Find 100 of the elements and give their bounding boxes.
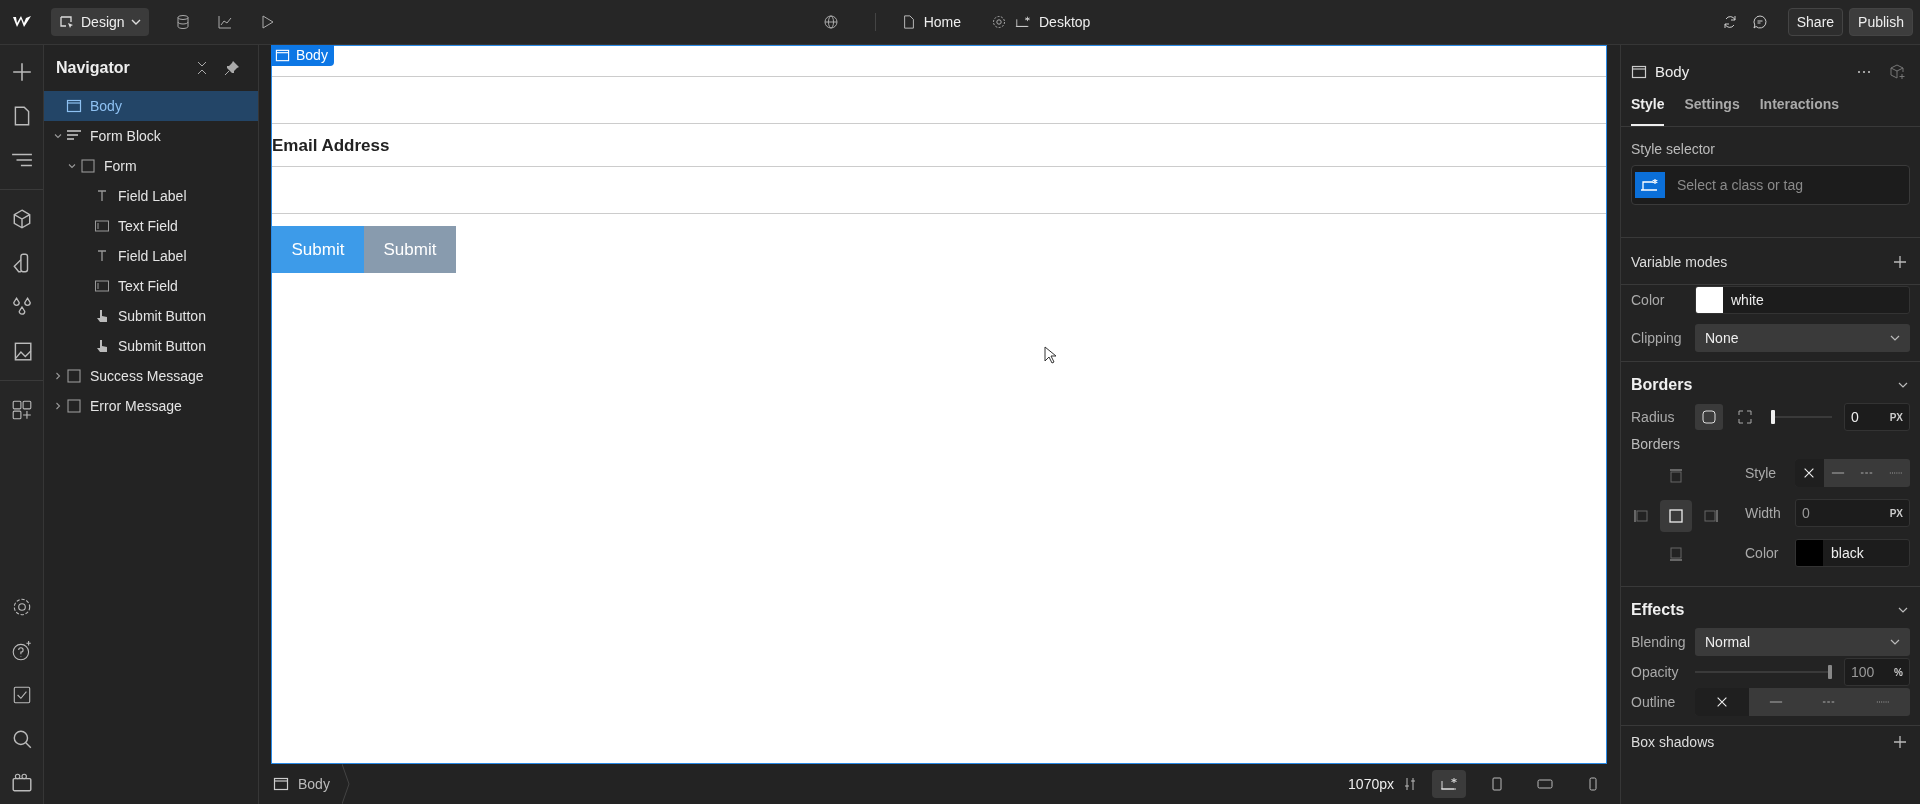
add-icon[interactable] bbox=[1892, 734, 1908, 750]
property-label: Outline bbox=[1631, 694, 1677, 710]
section-title: Borders bbox=[1631, 376, 1693, 394]
rounded-square-icon bbox=[1701, 409, 1717, 425]
body-element-icon bbox=[66, 98, 82, 114]
apps-icon[interactable] bbox=[10, 399, 33, 421]
box-element-icon bbox=[66, 368, 82, 384]
design-mode-button[interactable]: Design bbox=[51, 8, 149, 36]
section-title: Effects bbox=[1631, 601, 1685, 619]
bottom-border-icon[interactable] bbox=[1668, 546, 1684, 562]
panel-title: Navigator bbox=[56, 59, 131, 77]
pin-icon[interactable] bbox=[224, 60, 240, 76]
radius-input[interactable]: 0 PX bbox=[1844, 403, 1910, 431]
tree-item[interactable]: Text Field bbox=[44, 211, 258, 241]
panel-tab[interactable]: Settings bbox=[1684, 90, 1740, 126]
property-label: Borders bbox=[1631, 435, 1682, 454]
all-corners-button[interactable] bbox=[1695, 404, 1723, 430]
property-label: Opacity bbox=[1631, 664, 1680, 680]
property-label: Style bbox=[1745, 465, 1778, 481]
field-label: Email Address bbox=[272, 135, 391, 157]
chevron-icon[interactable] bbox=[1898, 382, 1908, 388]
body-element-icon bbox=[273, 776, 289, 792]
tree-item[interactable]: Text Field bbox=[44, 271, 258, 301]
desktop-breakpoint-icon[interactable] bbox=[1015, 14, 1031, 30]
input-element-icon bbox=[94, 278, 110, 294]
square-icon bbox=[1668, 508, 1684, 524]
tree-item[interactable]: Success Message bbox=[44, 361, 258, 391]
tree-item[interactable]: Body bbox=[44, 91, 258, 121]
add-icon[interactable] bbox=[10, 61, 33, 83]
drops-icon[interactable] bbox=[10, 296, 33, 318]
top-border-icon[interactable] bbox=[1668, 468, 1684, 484]
section-label: Variable modes bbox=[1631, 254, 1728, 270]
logo-icon[interactable] bbox=[11, 15, 33, 29]
tree-item[interactable]: Form bbox=[44, 151, 258, 181]
landscape-device-icon bbox=[1536, 776, 1554, 792]
caret-icon[interactable] bbox=[68, 162, 76, 170]
property-label: Radius bbox=[1631, 409, 1676, 425]
cursor-frame-icon bbox=[59, 14, 75, 30]
element-tag: Body bbox=[271, 45, 334, 66]
desktop-view-button[interactable] bbox=[1432, 770, 1466, 798]
desktop-device-icon bbox=[1440, 776, 1458, 792]
tree-item[interactable]: Field Label bbox=[44, 241, 258, 271]
color-field[interactable]: black bbox=[1795, 539, 1910, 567]
settings-icon[interactable] bbox=[991, 14, 1007, 30]
section-label: Box shadows bbox=[1631, 734, 1715, 750]
color-field[interactable]: white bbox=[1695, 286, 1910, 314]
left-border-icon[interactable] bbox=[1633, 508, 1649, 524]
property-label: Clipping bbox=[1631, 330, 1683, 346]
text-input[interactable] bbox=[272, 166, 1606, 214]
property-label: Color bbox=[1745, 545, 1780, 561]
selector-icon bbox=[1635, 172, 1665, 198]
breakpoint-name[interactable]: Desktop bbox=[1039, 14, 1091, 30]
chevron-icon[interactable] bbox=[1898, 607, 1908, 613]
chart-icon[interactable] bbox=[216, 14, 233, 30]
none-style-button[interactable] bbox=[1795, 459, 1824, 487]
canvas-width[interactable]: 1070px bbox=[1348, 776, 1394, 792]
share-button[interactable]: Share bbox=[1787, 8, 1844, 36]
page-icon bbox=[901, 14, 916, 30]
tree-item[interactable]: Submit Button bbox=[44, 301, 258, 331]
opacity-input[interactable]: 100 % bbox=[1844, 658, 1910, 686]
tree-item[interactable]: Error Message bbox=[44, 391, 258, 421]
caret-icon bbox=[1890, 639, 1900, 645]
tree-item[interactable]: Form Block bbox=[44, 121, 258, 151]
component-icon[interactable] bbox=[1890, 63, 1906, 80]
caret-icon[interactable] bbox=[54, 372, 62, 380]
property-label: Width bbox=[1745, 505, 1782, 521]
caret-icon[interactable] bbox=[54, 132, 62, 140]
sync-icon[interactable] bbox=[1721, 14, 1738, 30]
text-input[interactable] bbox=[272, 76, 1606, 124]
caret-icon[interactable] bbox=[54, 402, 62, 410]
add-icon[interactable] bbox=[1892, 254, 1908, 270]
blending-dropdown[interactable]: Normal bbox=[1695, 628, 1910, 656]
section-label: Style selector bbox=[1631, 141, 1717, 157]
color-swatch[interactable] bbox=[1696, 287, 1723, 313]
panel-tab[interactable]: Style bbox=[1631, 90, 1665, 126]
sliders-icon[interactable] bbox=[1402, 776, 1418, 792]
help-icon[interactable] bbox=[10, 640, 33, 662]
panel-tab[interactable]: Interactions bbox=[1759, 90, 1840, 126]
right-border-icon[interactable] bbox=[1703, 508, 1719, 524]
button-element-icon bbox=[94, 338, 110, 354]
class-input[interactable]: Select a class or tag bbox=[1675, 176, 1906, 194]
width-input[interactable]: 0 PX bbox=[1795, 499, 1910, 527]
corners-icon bbox=[1737, 409, 1753, 425]
color-swatch[interactable] bbox=[1796, 540, 1823, 566]
cursor-icon bbox=[1044, 346, 1056, 364]
tree-item[interactable]: Submit Button bbox=[44, 331, 258, 361]
page-name[interactable]: Home bbox=[923, 14, 961, 30]
video-icon[interactable] bbox=[10, 772, 33, 794]
comment-icon[interactable] bbox=[1751, 14, 1768, 30]
database-icon[interactable] bbox=[174, 14, 191, 30]
tree-item[interactable]: Field Label bbox=[44, 181, 258, 211]
box-element-icon bbox=[80, 158, 96, 174]
style-selector-field[interactable]: Select a class or tag bbox=[1631, 165, 1910, 205]
clipping-dropdown[interactable]: None bbox=[1695, 324, 1910, 352]
globe-icon[interactable] bbox=[822, 14, 839, 30]
all-borders-button[interactable] bbox=[1660, 500, 1692, 532]
publish-button[interactable]: Publish bbox=[1849, 8, 1913, 36]
caret-icon bbox=[130, 19, 141, 25]
breadcrumb[interactable]: Body bbox=[271, 776, 330, 792]
breadcrumb-separator bbox=[341, 764, 350, 804]
